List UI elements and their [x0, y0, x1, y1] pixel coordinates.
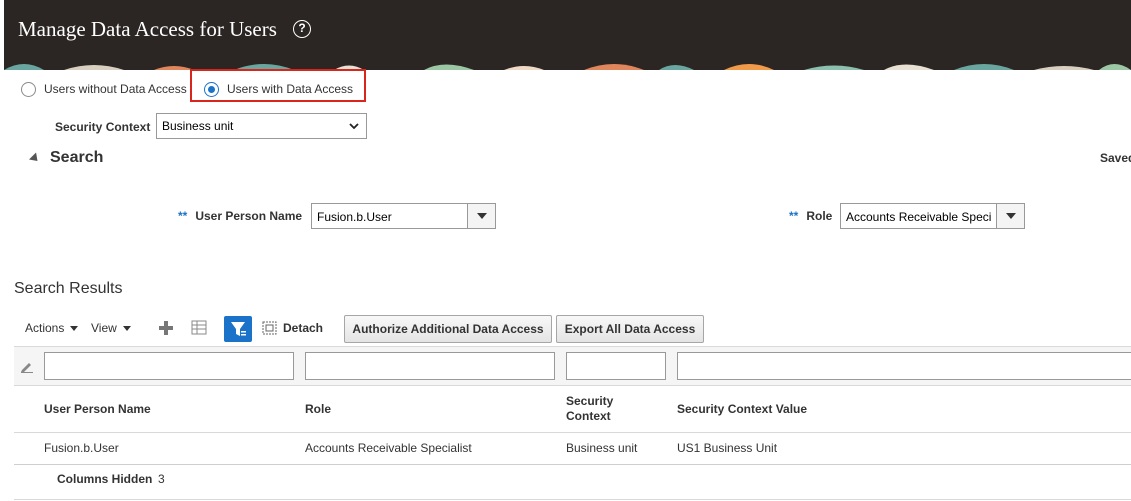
columns-hidden-label: Columns Hidden: [57, 472, 153, 486]
detach-label: Detach: [283, 321, 324, 335]
freeze-columns-icon[interactable]: [191, 320, 207, 335]
cell-security-context: Business unit: [566, 441, 638, 455]
pencil-icon: [21, 363, 33, 373]
required-marker: **: [178, 209, 188, 223]
search-section-header[interactable]: Search: [28, 149, 104, 167]
radio-label: Users without Data Access: [44, 82, 187, 96]
table-row[interactable]: Fusion.b.User Accounts Receivable Specia…: [14, 433, 1131, 465]
actions-menu[interactable]: Actions: [25, 321, 79, 335]
cell-role: Accounts Receivable Specialist: [305, 441, 472, 455]
cell-user-person-name: Fusion.b.User: [44, 441, 119, 455]
security-context-label: Security Context: [55, 120, 151, 134]
decorative-banner: [4, 58, 1131, 70]
search-results-title: Search Results: [14, 280, 123, 297]
table-header-row: User Person Name Role Security Context S…: [14, 386, 1131, 433]
collapse-triangle-icon[interactable]: [28, 151, 42, 165]
role-value: Accounts Receivable Speci: [846, 210, 992, 224]
security-context-select[interactable]: Business unit: [156, 113, 367, 139]
radio-button[interactable]: [21, 81, 36, 97]
dropdown-arrow-icon[interactable]: [996, 204, 1024, 228]
cell-security-context-value: US1 Business Unit: [677, 441, 778, 455]
query-by-example-button[interactable]: [224, 316, 252, 342]
view-menu[interactable]: View: [91, 321, 131, 335]
user-person-name-label-group: ** User Person Name: [178, 209, 302, 223]
question-circle-icon[interactable]: ?: [293, 20, 311, 38]
user-person-name-label: User Person Name: [195, 209, 303, 223]
authorize-additional-data-access-button[interactable]: Authorize Additional Data Access: [344, 315, 552, 343]
user-person-name-value: Fusion.b.User: [317, 210, 392, 224]
detach-button[interactable]: Detach: [262, 321, 323, 335]
chevron-down-icon: [349, 123, 359, 130]
column-header-security-context-value[interactable]: Security Context Value: [677, 402, 807, 416]
role-combobox[interactable]: Accounts Receivable Speci: [840, 203, 1025, 229]
table-footer: Columns Hidden 3: [14, 465, 1131, 500]
column-header-user-person-name[interactable]: User Person Name: [44, 402, 151, 416]
banner-pattern: [4, 58, 1131, 70]
export-all-data-access-button[interactable]: Export All Data Access: [556, 315, 704, 343]
search-title: Search: [50, 149, 104, 166]
saved-search-label: Saved: [1100, 151, 1131, 165]
filter-user-person-name-input[interactable]: [44, 352, 294, 380]
columns-hidden-count: 3: [158, 472, 165, 486]
radio-users-without-access[interactable]: Users without Data Access: [21, 78, 187, 100]
filter-security-context-input[interactable]: [566, 352, 666, 380]
security-context-value: Business unit: [162, 119, 234, 133]
view-label: View: [91, 321, 117, 335]
dropdown-arrow-icon[interactable]: [467, 204, 495, 228]
highlight-box: [190, 69, 366, 102]
filter-icon: [231, 322, 246, 336]
add-icon[interactable]: [159, 321, 173, 335]
detach-icon: [262, 321, 277, 335]
user-person-name-combobox[interactable]: Fusion.b.User: [311, 203, 496, 229]
page-header: Manage Data Access for Users ?: [4, 0, 1131, 58]
required-marker: **: [789, 209, 799, 223]
chevron-down-icon: [122, 325, 131, 331]
filter-security-context-value-input[interactable]: [677, 352, 1131, 380]
role-label: Role: [806, 209, 833, 223]
actions-label: Actions: [25, 321, 65, 335]
filter-row: [14, 346, 1131, 386]
column-header-security-context[interactable]: Security Context: [566, 394, 636, 424]
page-title: Manage Data Access for Users: [18, 17, 277, 41]
chevron-down-icon: [70, 325, 79, 331]
filter-role-input[interactable]: [305, 352, 555, 380]
role-label-group: ** Role: [789, 209, 832, 223]
column-header-role[interactable]: Role: [305, 402, 331, 416]
